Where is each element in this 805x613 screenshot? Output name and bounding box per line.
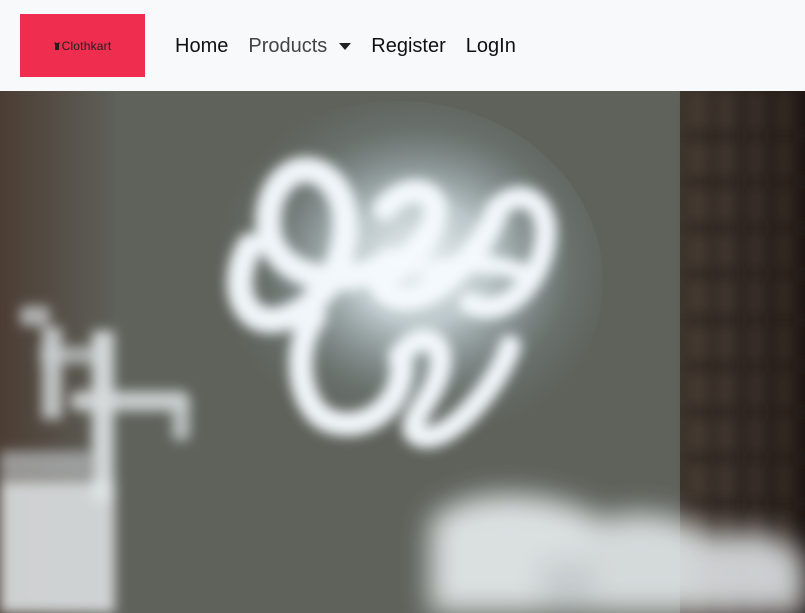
hero-photo-illustration	[0, 91, 805, 613]
nav-home-link[interactable]: Home	[175, 36, 228, 56]
nav-register-link[interactable]: Register	[371, 36, 445, 56]
main-nav: Home Products Register LogIn	[175, 0, 516, 91]
nav-products-dropdown[interactable]: Products	[248, 34, 352, 57]
hero-image	[0, 91, 805, 613]
brand-text: Clothkart	[61, 38, 112, 53]
shirt-icon	[53, 41, 60, 50]
nav-products-label: Products	[248, 34, 328, 57]
brand-logo[interactable]: Clothkart	[20, 14, 145, 77]
chevron-down-icon	[339, 43, 352, 50]
nav-login-link[interactable]: LogIn	[466, 36, 516, 56]
top-navbar: Clothkart Home Products Register LogIn	[0, 0, 805, 91]
